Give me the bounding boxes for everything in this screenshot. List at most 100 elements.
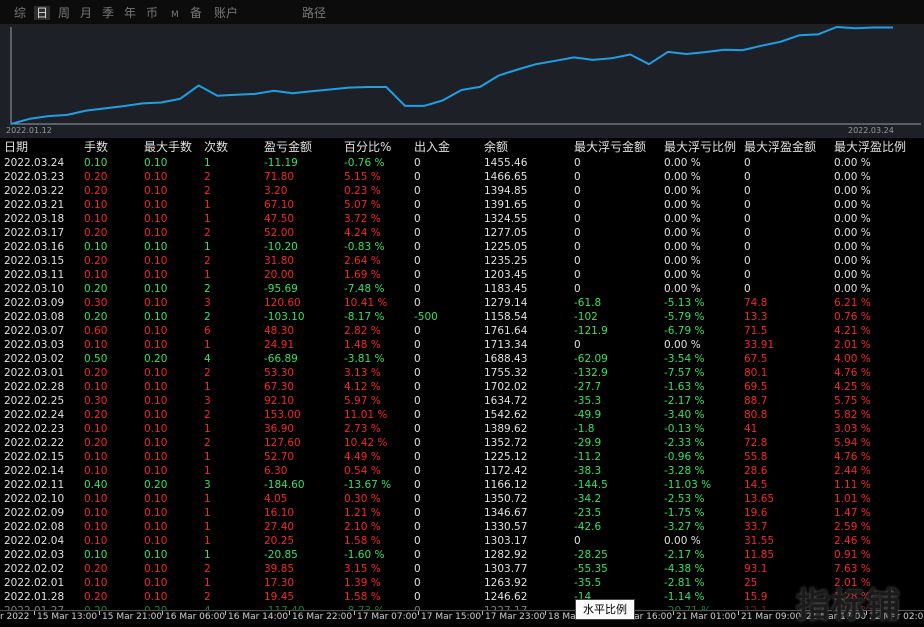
tab-account[interactable]: 账户 xyxy=(214,6,238,20)
tab-m[interactable]: M xyxy=(171,8,179,22)
tab-week[interactable]: 周 xyxy=(58,6,70,20)
cell-count: 3 xyxy=(204,395,211,407)
tab-month[interactable]: 月 xyxy=(80,6,92,20)
cell-max-float-loss: -121.9 xyxy=(574,325,608,337)
cell-date: 2022.02.11 xyxy=(4,479,65,491)
tab-notes[interactable]: 备 xyxy=(190,6,202,20)
cell-balance: 1688.43 xyxy=(484,353,528,365)
cell-deposit: 0 xyxy=(414,199,421,211)
cell-date: 2022.02.25 xyxy=(4,395,65,407)
cell-max-float-loss-pct: -6.79 % xyxy=(664,325,705,337)
cell-max-float-loss-pct: 0.00 % xyxy=(664,199,701,211)
cell-max-lots: 0.10 xyxy=(144,311,168,323)
tab-path[interactable]: 路径 xyxy=(302,6,326,20)
cell-balance: 1282.92 xyxy=(484,549,528,561)
table-row[interactable]: 2022.02.03 0.10 0.10 1 -20.85 -1.60 % 0 1282.92… xyxy=(0,548,924,562)
cell-date: 2022.02.15 xyxy=(4,451,65,463)
cell-max-lots: 0.10 xyxy=(144,381,168,393)
cell-percent: -8.17 % xyxy=(344,311,385,323)
cell-deposit: 0 xyxy=(414,339,421,351)
table-row[interactable]: 2022.02.25 0.30 0.10 3 92.10 5.97 % 0 1634.72 -3… xyxy=(0,394,924,408)
tab-year[interactable]: 年 xyxy=(124,6,136,20)
table-row[interactable]: 2022.03.22 0.20 0.10 2 3.20 0.23 % 0 1394.85 0 0.… xyxy=(0,184,924,198)
cell-lots: 0.10 xyxy=(84,157,108,169)
table-row[interactable]: 2022.03.09 0.30 0.10 3 120.60 10.41 % 0 1279.14… xyxy=(0,296,924,310)
cell-date: 2022.03.09 xyxy=(4,297,65,309)
cell-max-float-loss-pct: 0.00 % xyxy=(664,339,701,351)
table-row[interactable]: 2022.03.11 0.10 0.10 1 20.00 1.69 % 0 1203.45 0 0… xyxy=(0,268,924,282)
cell-max-float-profit-pct: 7.63 % xyxy=(834,563,871,575)
cell-max-float-loss-pct: -5.13 % xyxy=(664,297,705,309)
table-row[interactable]: 2022.03.07 0.60 0.10 6 48.30 2.82 % 0 1761.64 -1… xyxy=(0,324,924,338)
cell-date: 2022.03.08 xyxy=(4,311,65,323)
cell-percent: 0.54 % xyxy=(344,465,381,477)
table-row[interactable]: 2022.03.16 0.10 0.10 1 -10.20 -0.83 % 0 1225.05… xyxy=(0,240,924,254)
cell-percent: 3.13 % xyxy=(344,367,381,379)
cell-max-float-profit: 88.7 xyxy=(744,395,768,407)
table-row[interactable]: 2022.03.10 0.20 0.10 2 -95.69 -7.48 % 0 1183.45… xyxy=(0,282,924,296)
cell-pnl: -11.19 xyxy=(264,157,298,169)
cell-max-lots: 0.10 xyxy=(144,241,168,253)
cell-date: 2022.03.11 xyxy=(4,269,65,281)
cell-date: 2022.03.24 xyxy=(4,157,65,169)
cell-pnl: 53.30 xyxy=(264,367,295,379)
cell-max-float-profit-pct: 0.91 % xyxy=(834,549,871,561)
cell-date: 2022.01.28 xyxy=(4,591,65,603)
time-axis-tick xyxy=(289,611,290,615)
cell-max-float-loss: 0 xyxy=(574,157,581,169)
cell-percent: 1.21 % xyxy=(344,507,381,519)
table-row[interactable]: 2022.02.09 0.10 0.10 1 16.10 1.21 % 0 1346.67 -2… xyxy=(0,506,924,520)
time-axis-tick xyxy=(482,611,483,615)
cell-max-lots: 0.10 xyxy=(144,213,168,225)
table-row[interactable]: 2022.03.23 0.20 0.10 2 71.80 5.15 % 0 1466.65 0 0… xyxy=(0,170,924,184)
tab-day[interactable]: 日 xyxy=(34,6,51,20)
table-row[interactable]: 2022.03.18 0.10 0.10 1 47.50 3.72 % 0 1324.55 0 0… xyxy=(0,212,924,226)
table-row[interactable]: 2022.03.08 0.20 0.10 2 -103.10 -8.17 % -500 115… xyxy=(0,310,924,324)
table-row[interactable]: 2022.02.02 0.20 0.10 2 39.85 3.15 % 0 1303.77 -5… xyxy=(0,562,924,576)
cell-max-float-loss-pct: -4.38 % xyxy=(664,563,705,575)
cell-count: 1 xyxy=(204,451,211,463)
table-row[interactable]: 2022.03.15 0.20 0.10 2 31.80 2.64 % 0 1235.25 0 0… xyxy=(0,254,924,268)
cell-max-float-loss: -102 xyxy=(574,311,598,323)
cell-max-float-profit: 14.5 xyxy=(744,479,768,491)
tab-summary[interactable]: 综 xyxy=(14,6,26,20)
cell-pnl: 36.90 xyxy=(264,423,295,435)
cell-lots: 0.60 xyxy=(84,325,108,337)
cell-balance: 1702.02 xyxy=(484,381,528,393)
table-row[interactable]: 2022.02.01 0.10 0.10 1 17.30 1.39 % 0 1263.92 -3… xyxy=(0,576,924,590)
time-axis[interactable]: r 2022 15 Mar 13:00 15 Mar 21:00 16 Mar 06:… xyxy=(0,610,924,624)
cell-deposit: 0 xyxy=(414,325,421,337)
cell-count: 1 xyxy=(204,381,211,393)
table-row[interactable]: 2022.02.10 0.10 0.10 1 4.05 0.30 % 0 1350.72 -34… xyxy=(0,492,924,506)
table-row[interactable]: 2022.03.24 0.10 0.10 1 -11.19 -0.76 % 0 1455.46… xyxy=(0,156,924,170)
tooltip-horizontal-scale: 水平比例 xyxy=(575,599,635,620)
table-row[interactable]: 2022.03.21 0.10 0.10 1 67.10 5.07 % 0 1391.65 0 0… xyxy=(0,198,924,212)
tab-quarter[interactable]: 季 xyxy=(102,6,114,20)
cell-max-float-loss-pct: -1.63 % xyxy=(664,381,705,393)
table-row[interactable]: 2022.02.23 0.10 0.10 1 36.90 2.73 % 0 1389.62 -1… xyxy=(0,422,924,436)
cell-max-float-loss-pct: -3.54 % xyxy=(664,353,705,365)
table-row[interactable]: 2022.03.03 0.10 0.10 1 24.91 1.48 % 0 1713.34 0 0… xyxy=(0,338,924,352)
table-row[interactable]: 2022.03.01 0.20 0.10 2 53.30 3.13 % 0 1755.32 -1… xyxy=(0,366,924,380)
table-row[interactable]: 2022.03.17 0.20 0.10 2 52.00 4.24 % 0 1277.05 0 0… xyxy=(0,226,924,240)
cell-date: 2022.02.02 xyxy=(4,563,65,575)
table-row[interactable]: 2022.02.14 0.10 0.10 1 6.30 0.54 % 0 1172.42 -38… xyxy=(0,464,924,478)
cell-count: 3 xyxy=(204,297,211,309)
cell-balance: 1634.72 xyxy=(484,395,528,407)
cell-max-float-loss: -35.3 xyxy=(574,395,602,407)
table-row[interactable]: 2022.01.28 0.20 0.10 2 19.45 1.58 % 0 1246.62 -1… xyxy=(0,590,924,604)
cell-max-float-profit: 13.65 xyxy=(744,493,775,505)
table-row[interactable]: 2022.02.28 0.10 0.10 1 67.30 4.12 % 0 1702.02 -2… xyxy=(0,380,924,394)
table-row[interactable]: 2022.02.08 0.10 0.10 1 27.40 2.10 % 0 1330.57 -4… xyxy=(0,520,924,534)
table-row[interactable]: 2022.02.11 0.40 0.20 3 -184.60 -13.67 % 0 1166.… xyxy=(0,478,924,492)
table-row[interactable]: 2022.02.22 0.20 0.10 2 127.60 10.42 % 0 1352.72… xyxy=(0,436,924,450)
table-row[interactable]: 2022.02.04 0.10 0.10 1 20.25 1.58 % 0 1303.17 0 0… xyxy=(0,534,924,548)
table-row[interactable]: 2022.03.02 0.50 0.20 4 -66.89 -3.81 % 0 1688.43… xyxy=(0,352,924,366)
table-row[interactable]: 2022.02.15 0.10 0.10 1 52.70 4.49 % 0 1225.12 -1… xyxy=(0,450,924,464)
cell-max-float-profit-pct: 0.00 % xyxy=(834,269,871,281)
header-balance: 余额 xyxy=(484,140,509,154)
table-row[interactable]: 2022.02.24 0.20 0.10 2 153.00 11.01 % 0 1542.62… xyxy=(0,408,924,422)
cell-lots: 0.30 xyxy=(84,297,108,309)
tab-currency[interactable]: 币 xyxy=(146,6,158,20)
cell-date: 2022.03.02 xyxy=(4,353,65,365)
